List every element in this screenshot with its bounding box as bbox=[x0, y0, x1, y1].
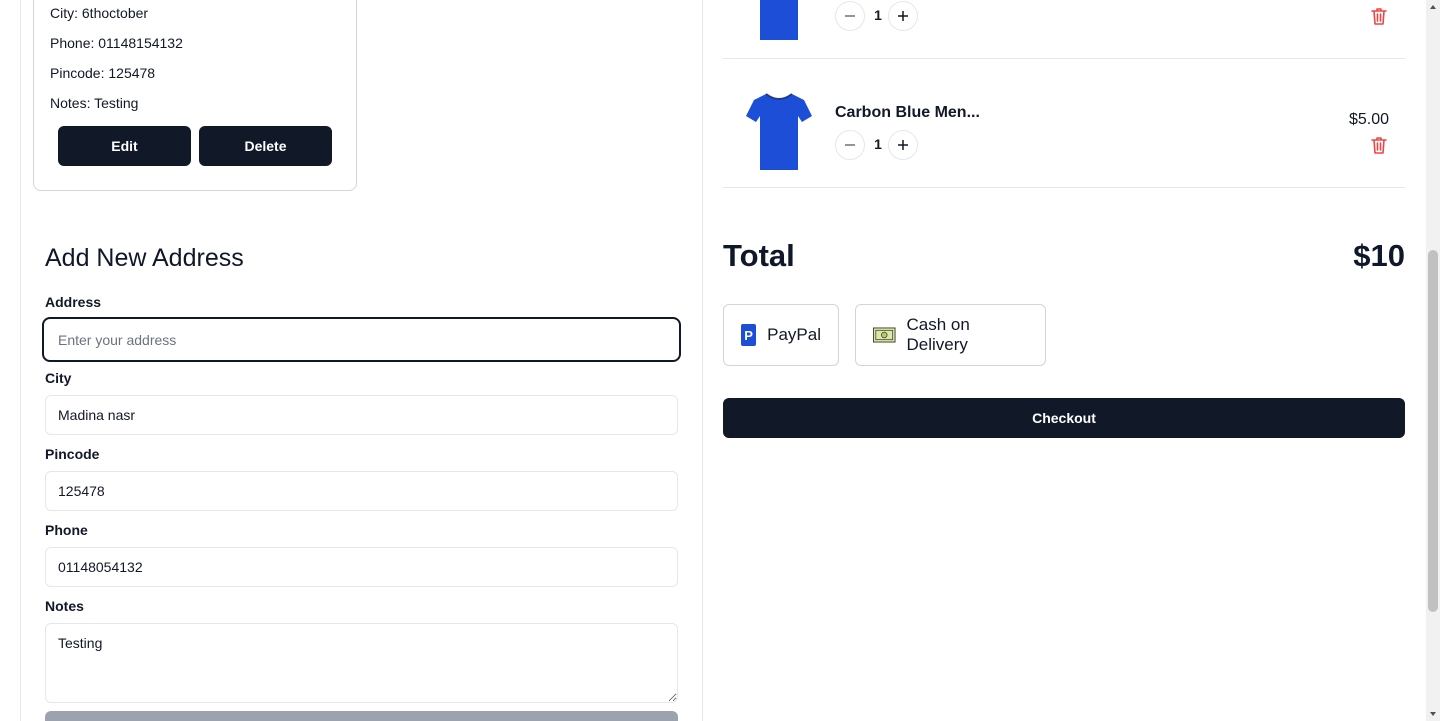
saved-address-pincode: Pincode: 125478 bbox=[50, 65, 156, 81]
scroll-down-icon[interactable] bbox=[1429, 710, 1437, 718]
cash-icon bbox=[873, 327, 896, 343]
paypal-option[interactable]: P PayPal bbox=[723, 304, 839, 366]
item-quantity: 1 bbox=[874, 7, 882, 23]
paypal-label: PayPal bbox=[767, 325, 821, 344]
cart-divider bbox=[723, 187, 1405, 188]
increase-quantity-button[interactable] bbox=[888, 130, 918, 160]
saved-address-city: City: 6thoctober bbox=[50, 5, 149, 21]
trash-icon[interactable] bbox=[1369, 6, 1389, 26]
notes-label: Notes bbox=[45, 598, 84, 614]
saved-address-phone: Phone: 01148154132 bbox=[50, 35, 183, 51]
add-address-submit-button[interactable] bbox=[45, 711, 678, 721]
cash-on-delivery-label: Cash on Delivery bbox=[906, 315, 970, 354]
left-border bbox=[20, 0, 21, 721]
address-input[interactable] bbox=[42, 317, 681, 362]
cash-on-delivery-option[interactable]: Cash on Delivery bbox=[855, 304, 1046, 366]
city-label: City bbox=[45, 370, 72, 386]
item-price: $5.00 bbox=[1349, 111, 1390, 128]
add-address-title: Add New Address bbox=[45, 244, 244, 272]
address-label: Address bbox=[45, 294, 102, 310]
phone-label: Phone bbox=[45, 522, 88, 538]
total-label: Total bbox=[723, 238, 795, 273]
pincode-input[interactable] bbox=[45, 471, 678, 511]
minus-icon bbox=[845, 15, 855, 17]
scrollbar-thumb[interactable] bbox=[1428, 250, 1438, 612]
minus-icon bbox=[845, 144, 855, 146]
decrease-quantity-button[interactable] bbox=[835, 1, 865, 31]
plus-icon bbox=[898, 140, 908, 150]
phone-input[interactable] bbox=[45, 547, 678, 587]
cart-divider bbox=[723, 58, 1405, 59]
delete-address-button[interactable]: Delete bbox=[199, 126, 332, 166]
increase-quantity-button[interactable] bbox=[888, 1, 918, 31]
product-name[interactable]: Carbon Blue Men... bbox=[835, 104, 980, 122]
product-thumbnail bbox=[746, 93, 812, 170]
total-value: $10 bbox=[1353, 238, 1405, 273]
pincode-label: Pincode bbox=[45, 446, 100, 462]
edit-address-button[interactable]: Edit bbox=[58, 126, 191, 166]
scroll-up-icon[interactable] bbox=[1429, 3, 1437, 11]
item-quantity: 1 bbox=[874, 136, 882, 152]
paypal-icon: P bbox=[741, 324, 757, 346]
checkout-button[interactable]: Checkout bbox=[723, 398, 1405, 438]
column-divider bbox=[702, 0, 703, 721]
plus-icon bbox=[898, 11, 908, 21]
product-thumbnail bbox=[760, 0, 798, 40]
saved-address-notes: Notes: Testing bbox=[50, 95, 139, 111]
city-input[interactable] bbox=[45, 395, 678, 435]
notes-textarea[interactable]: Testing bbox=[45, 623, 678, 703]
decrease-quantity-button[interactable] bbox=[835, 130, 865, 160]
trash-icon[interactable] bbox=[1369, 135, 1389, 155]
